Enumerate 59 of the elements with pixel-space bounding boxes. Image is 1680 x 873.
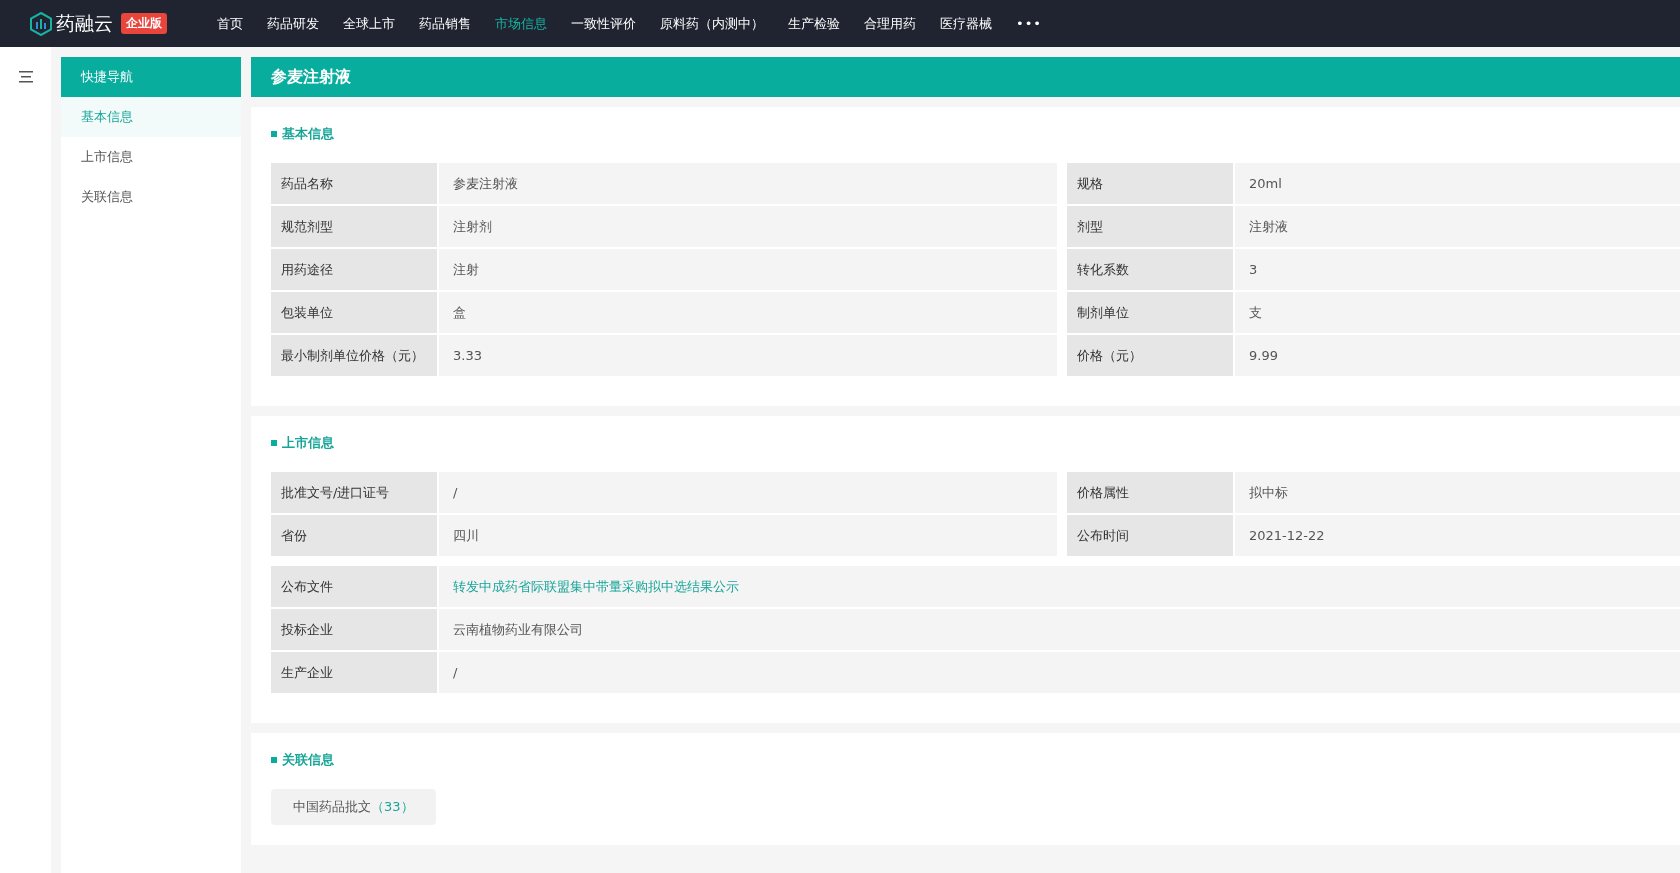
value-cell: 2021-12-22 [1233, 515, 1680, 556]
value-cell: 四川 [437, 515, 1057, 556]
value-cell: / [437, 472, 1057, 513]
value-cell: 3 [1233, 249, 1680, 290]
nav-link[interactable]: 一致性评价 [559, 14, 648, 33]
value-cell: 20ml [1233, 163, 1680, 204]
edition-badge: 企业版 [121, 13, 167, 34]
more-button[interactable]: ••• [1004, 16, 1054, 31]
label-cell: 批准文号/进口证号 [271, 472, 437, 513]
related-tag[interactable]: 中国药品批文（33） [271, 789, 436, 825]
label-cell: 省份 [271, 515, 437, 556]
value-cell: 支 [1233, 292, 1680, 333]
nav-item[interactable]: 上市信息 [61, 137, 241, 177]
square-icon [271, 757, 277, 763]
section-heading: 关联信息 [282, 751, 334, 769]
label-cell: 制剂单位 [1067, 292, 1233, 333]
nav-link[interactable]: 市场信息 [483, 14, 559, 33]
value-cell: 拟中标 [1233, 472, 1680, 513]
section-heading: 上市信息 [282, 434, 334, 452]
label-cell: 规范剂型 [271, 206, 437, 247]
value-cell: 注射 [437, 249, 1057, 290]
logo-icon [30, 11, 52, 36]
label-cell: 规格 [1067, 163, 1233, 204]
nav-link[interactable]: 药品研发 [255, 14, 331, 33]
nav-link[interactable]: 合理用药 [852, 14, 928, 33]
value-cell: 云南植物药业有限公司 [437, 609, 1680, 650]
value-cell: 注射液 [1233, 206, 1680, 247]
panel-header: 快捷导航 [61, 57, 241, 97]
value-cell: 参麦注射液 [437, 163, 1057, 204]
label-cell: 价格（元） [1067, 335, 1233, 376]
nav-link[interactable]: 医疗器械 [928, 14, 1004, 33]
label-cell: 价格属性 [1067, 472, 1233, 513]
label-cell: 投标企业 [271, 609, 437, 650]
label-cell: 用药途径 [271, 249, 437, 290]
nav-link[interactable]: 全球上市 [331, 14, 407, 33]
square-icon [271, 131, 277, 137]
nav-link[interactable]: 药品销售 [407, 14, 483, 33]
value-cell: 盒 [437, 292, 1057, 333]
nav-item[interactable]: 关联信息 [61, 177, 241, 217]
section-heading: 基本信息 [282, 125, 334, 143]
value-cell: 注射剂 [437, 206, 1057, 247]
value-cell: / [437, 652, 1680, 693]
label-cell: 药品名称 [271, 163, 437, 204]
nav-link[interactable]: 原料药（内测中） [648, 14, 776, 33]
square-icon [271, 440, 277, 446]
logo-text: 药融云 [56, 10, 113, 36]
page-title: 参麦注射液 [251, 57, 1680, 97]
nav-link[interactable]: 首页 [205, 14, 255, 33]
nav-link[interactable]: 生产检验 [776, 14, 852, 33]
value-cell: 3.33 [437, 335, 1057, 376]
label-cell: 公布文件 [271, 566, 437, 607]
label-cell: 剂型 [1067, 206, 1233, 247]
value-cell: 9.99 [1233, 335, 1680, 376]
label-cell: 转化系数 [1067, 249, 1233, 290]
label-cell: 最小制剂单位价格（元） [271, 335, 437, 376]
label-cell: 生产企业 [271, 652, 437, 693]
label-cell: 包装单位 [271, 292, 437, 333]
menu-icon[interactable] [18, 71, 33, 83]
label-cell: 公布时间 [1067, 515, 1233, 556]
